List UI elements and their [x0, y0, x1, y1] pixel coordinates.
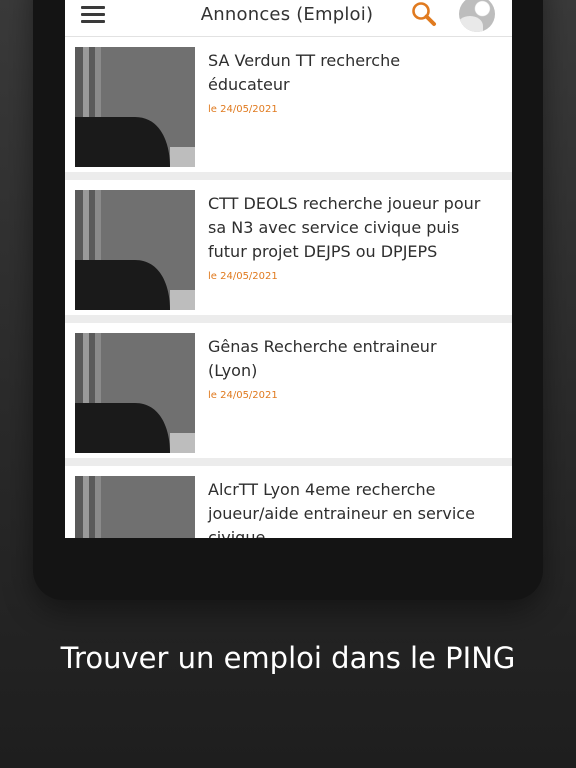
listing-date: le 24/05/2021	[208, 390, 278, 401]
listing-text: CTT DEOLS recherche joueur pour sa N3 av…	[208, 192, 503, 284]
paddle-thumbnail	[75, 47, 195, 167]
listing-text: AlcrTT Lyon 4eme recherche joueur/aide e…	[208, 478, 503, 538]
listing-date: le 24/05/2021	[208, 271, 278, 282]
listing-title: AlcrTT Lyon 4eme recherche joueur/aide e…	[208, 480, 475, 538]
paddle-thumbnail	[75, 333, 195, 453]
page-title: Annonces (Emploi)	[200, 4, 374, 25]
list-item[interactable]: AlcrTT Lyon 4eme recherche joueur/aide e…	[65, 466, 512, 538]
avatar-icon	[459, 16, 483, 32]
search-icon[interactable]	[409, 0, 439, 30]
listing-text: Gênas Recherche entraineur (Lyon) le 24/…	[208, 335, 503, 403]
list-item[interactable]: SA Verdun TT recherche éducateur le 24/0…	[65, 37, 512, 172]
listing-title: Gênas Recherche entraineur (Lyon)	[208, 337, 437, 380]
paddle-thumbnail	[75, 476, 195, 538]
listing-title: SA Verdun TT recherche éducateur	[208, 51, 401, 94]
promo-caption: Trouver un emploi dans le PING	[60, 641, 516, 675]
app-bar: Annonces (Emploi)	[65, 0, 512, 37]
avatar[interactable]	[459, 0, 495, 32]
list-item[interactable]: Gênas Recherche entraineur (Lyon) le 24/…	[65, 323, 512, 458]
paddle-thumbnail	[75, 190, 195, 310]
listing-list: SA Verdun TT recherche éducateur le 24/0…	[65, 37, 512, 538]
listing-date: le 24/05/2021	[208, 104, 278, 115]
menu-icon[interactable]	[81, 4, 105, 24]
listing-title: CTT DEOLS recherche joueur pour sa N3 av…	[208, 194, 481, 261]
app-screen: Annonces (Emploi) SA Verdun TT recherche…	[65, 0, 512, 538]
listing-text: SA Verdun TT recherche éducateur le 24/0…	[208, 49, 503, 117]
list-item[interactable]: CTT DEOLS recherche joueur pour sa N3 av…	[65, 180, 512, 315]
